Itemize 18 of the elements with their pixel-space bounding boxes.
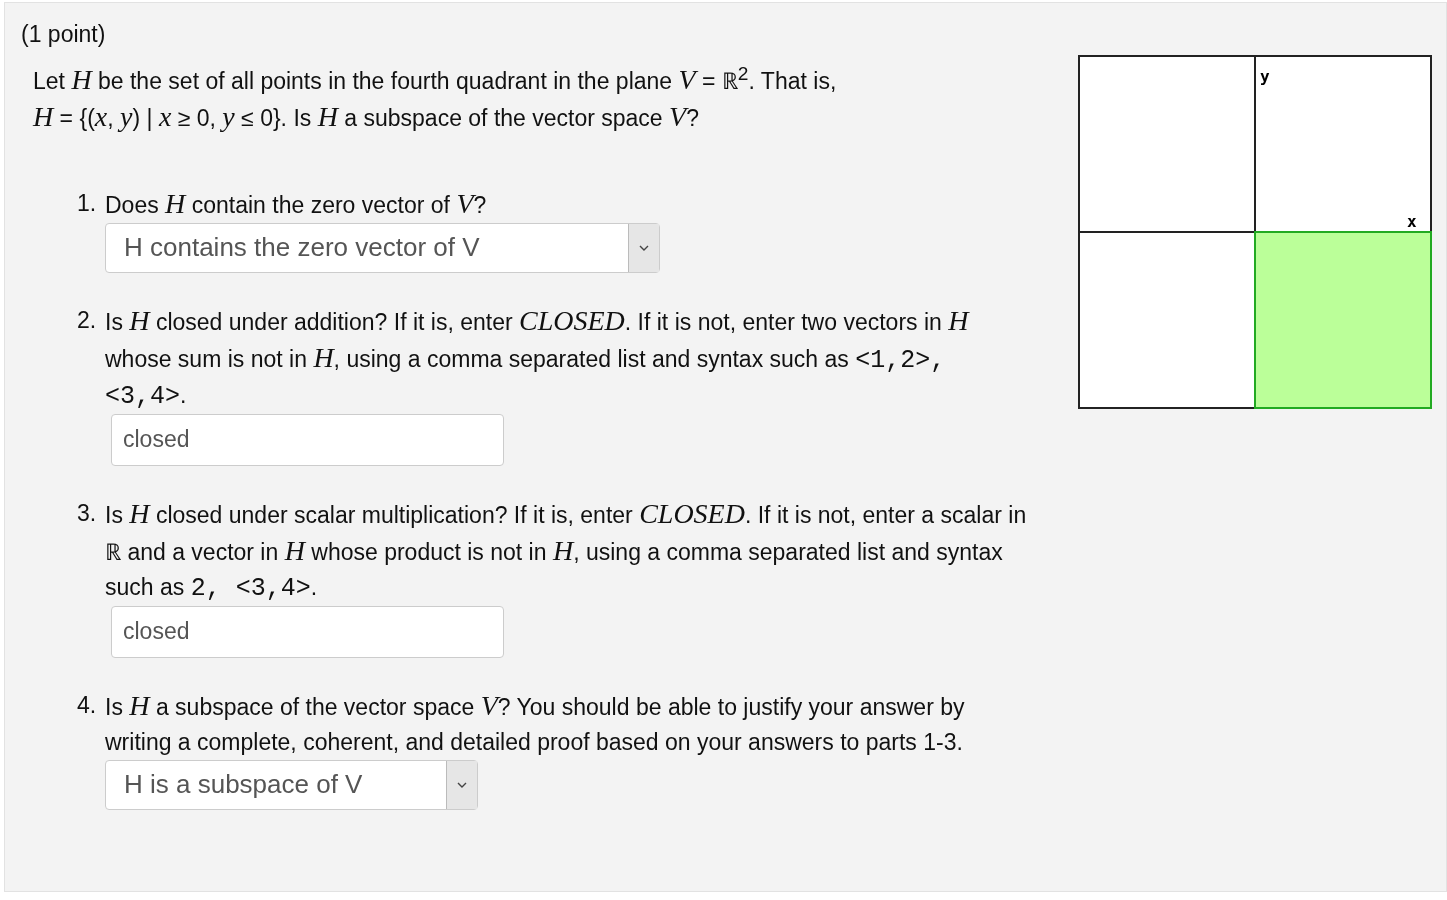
question-text: Is H a subspace of the vector space V? You should be able to justify your answer by writing a complete, coherent, and detailed proof based on your answers to parts 1-3. (105, 688, 966, 757)
question-number: 4. (77, 690, 98, 720)
question-number: 1. (77, 188, 98, 218)
answer-dropdown[interactable]: H contains the zero vector of V (105, 222, 660, 273)
question-number: 2. (77, 305, 98, 335)
points-label: (1 point) (21, 21, 107, 48)
caret-icon (639, 244, 649, 251)
problem-statement: H = {(x, y) | x ≥ 0, y ≤ 0}. Is H a subspace of the vector space V? (33, 99, 700, 134)
answer-dropdown[interactable]: H is a subspace of V (105, 759, 478, 810)
answer-field[interactable]: closed (111, 413, 504, 466)
quadrant-graph-drawing: y x (1078, 55, 1432, 409)
caret-icon (457, 781, 467, 788)
problem-statement: Let H be the set of all points in the fourth quadrant in the plane V = ℝ$^{2}$. That is, (33, 62, 838, 97)
question-number: 3. (77, 498, 98, 528)
question-text: Is H closed under addition? If it is, enter CLOSED. If it is not, enter two vectors in H whose sum is not in H, using a comma separated list and syntax such as <1,2>, <3,4>. (105, 303, 971, 413)
answer-field[interactable]: closed (111, 605, 504, 658)
question-text: Is H closed under scalar multiplication? If it is, enter CLOSED. If it is not, enter a scalar in ℝ and a vector in H whose product is not in H, using a comma separated list and syntax such as 2, <3,4>. (105, 496, 1028, 605)
question-text: Does H contain the zero vector of V? (105, 186, 487, 221)
